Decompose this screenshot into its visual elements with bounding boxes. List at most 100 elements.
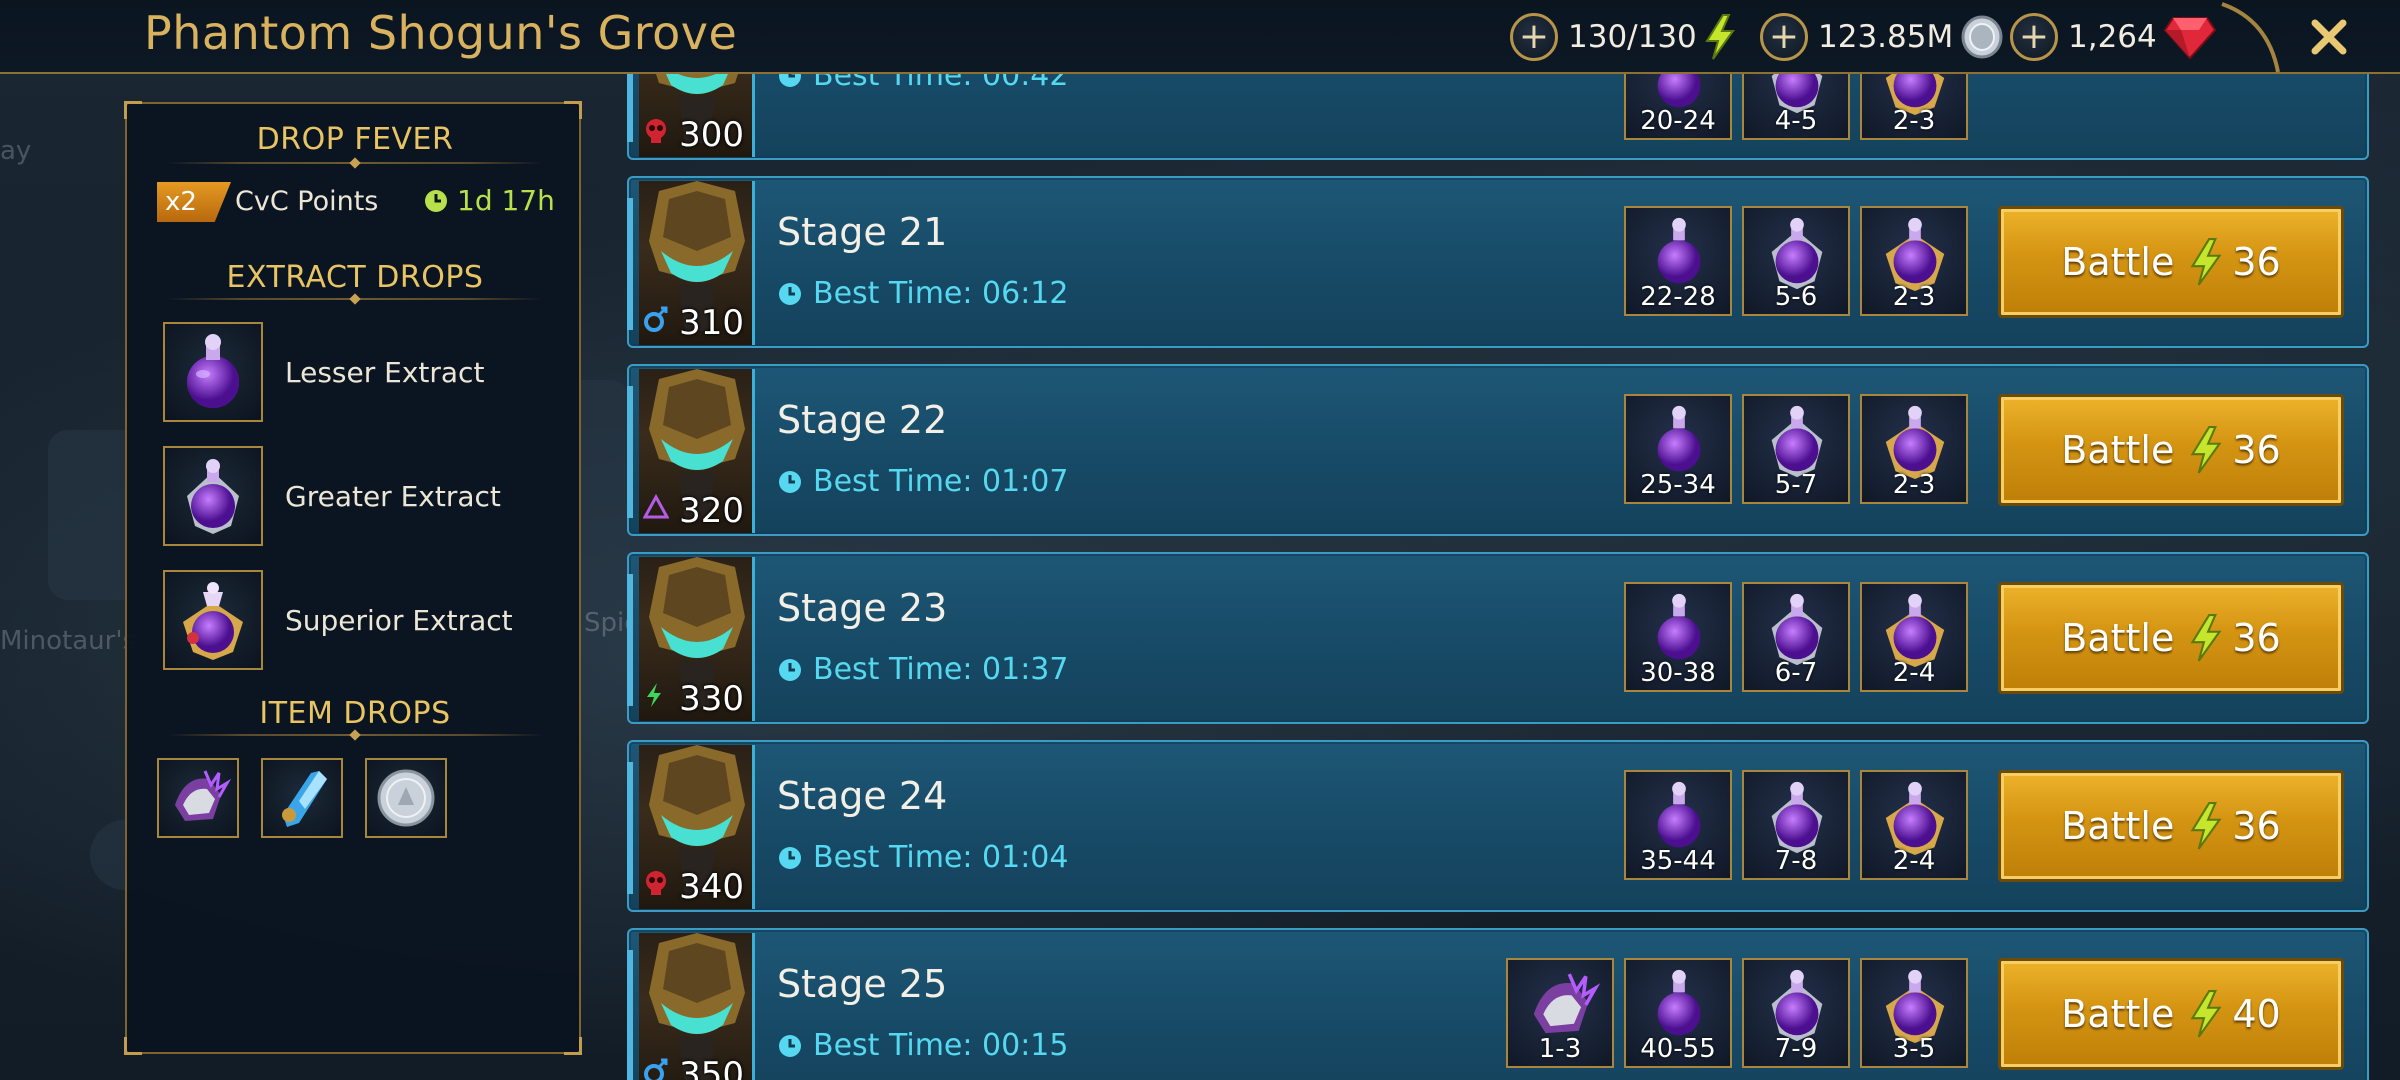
energy-bolt-icon	[2190, 238, 2222, 286]
drop-greater-extract[interactable]: 5-6	[1742, 206, 1850, 316]
drop-lesser-extract[interactable]: 25-34	[1624, 394, 1732, 504]
battle-label: Battle	[2061, 804, 2175, 848]
battle-cost: 36	[2232, 240, 2281, 284]
drop-greater-extract[interactable]: 6-7	[1742, 582, 1850, 692]
stage-row[interactable]: 310 Stage 21 Best Time: 06:12 22-28 5-6 2-3 Ba…	[627, 176, 2369, 348]
drop-quantity: 1-3	[1538, 1034, 1582, 1064]
drop-greater-extract[interactable]: 7-9	[1742, 958, 1850, 1068]
top-bar: Phantom Shogun's Grove + 130/130 + 123.8…	[0, 0, 2400, 74]
drop-lesser-extract[interactable]: 22-28	[1624, 206, 1732, 316]
silver-coin-icon	[1961, 15, 2003, 59]
add-gems-button[interactable]: +	[2010, 13, 2058, 61]
extract-item[interactable]: Superior Extract	[163, 570, 513, 670]
add-energy-button[interactable]: +	[1510, 13, 1558, 61]
gems-value: 1,264	[2068, 19, 2157, 55]
battle-button[interactable]: Battle 36	[1998, 206, 2344, 318]
energy-bolt-icon	[2190, 426, 2222, 474]
silver-counter: + 123.85M	[1760, 12, 2005, 62]
stage-row[interactable]: 340 Stage 24 Best Time: 01:04 35-44 7-8 2-4 Ba…	[627, 740, 2369, 912]
stage-row[interactable]: 350 Stage 25 Best Time: 00:15 1-3 40-55 7-9 3-…	[627, 928, 2369, 1080]
clock-icon	[779, 470, 801, 493]
energy-bolt-icon	[2190, 802, 2222, 850]
drop-greater-extract[interactable]: 7-8	[1742, 770, 1850, 880]
extract-name: Lesser Extract	[285, 355, 485, 389]
battle-label: Battle	[2061, 616, 2175, 660]
boss-portrait: 320	[639, 369, 755, 533]
extract-name: Superior Extract	[285, 603, 513, 637]
best-time: Best Time: 01:07	[777, 464, 1068, 499]
affinity-force-icon	[643, 117, 669, 149]
stage-name: Stage 25	[777, 962, 948, 1006]
battle-button[interactable]: Battle 36	[1998, 582, 2344, 694]
boss-portrait: 330	[639, 557, 755, 721]
drop-quantity: 2-3	[1892, 106, 1936, 136]
affinity-magic-icon	[643, 1057, 669, 1080]
drop-quantity: 3-5	[1892, 1034, 1936, 1064]
drop-quantity: 7-8	[1774, 846, 1818, 876]
item-drops-heading: ITEM DROPS	[259, 696, 451, 731]
clock-icon	[779, 282, 801, 305]
battle-button[interactable]: Battle 36	[1998, 770, 2344, 882]
drop-quantity: 2-3	[1892, 470, 1936, 500]
drop-quantity: 35-44	[1640, 846, 1716, 876]
close-icon	[2311, 19, 2347, 55]
energy-value: 130/130	[1568, 19, 1697, 55]
drop-lesser-extract[interactable]: 30-38	[1624, 582, 1732, 692]
greater-extract-icon	[163, 446, 263, 546]
best-time: Best Time: 01:04	[777, 840, 1068, 875]
energy-bolt-icon	[2190, 990, 2222, 1038]
drop-shard-helmet[interactable]: 1-3	[1506, 958, 1614, 1068]
stage-name: Stage 22	[777, 398, 948, 442]
clock-icon	[779, 1034, 801, 1057]
silver-value: 123.85M	[1818, 19, 1954, 55]
drop-greater-extract[interactable]: 5-7	[1742, 394, 1850, 504]
affinity-force-icon	[643, 869, 669, 901]
boss-level: 350	[679, 1055, 744, 1080]
close-button[interactable]	[2300, 8, 2358, 66]
battle-cost: 40	[2232, 992, 2281, 1036]
drop-quantity: 22-28	[1640, 282, 1716, 312]
map-label: ay	[0, 136, 32, 166]
best-time: Best Time: 06:12	[777, 276, 1068, 311]
energy-bolt-icon	[1705, 14, 1735, 60]
drop-superior-extract[interactable]: 3-5	[1860, 958, 1968, 1068]
drop-superior-extract[interactable]: 2-4	[1860, 582, 1968, 692]
extract-name: Greater Extract	[285, 479, 501, 513]
extract-item[interactable]: Lesser Extract	[163, 322, 484, 422]
battle-cost: 36	[2232, 616, 2281, 660]
clock-icon	[425, 189, 447, 212]
drop-superior-extract[interactable]: 2-3	[1860, 394, 1968, 504]
drops-info-panel: DROP FEVER x2 CvC Points 1d 17h EXTRACT …	[124, 101, 582, 1055]
boss-portrait: 310	[639, 181, 755, 345]
boss-level: 300	[679, 115, 744, 155]
fever-multiplier-badge: x2	[157, 182, 231, 222]
drop-quantity: 25-34	[1640, 470, 1716, 500]
drop-superior-extract[interactable]: 2-4	[1860, 770, 1968, 880]
silver-coin-icon[interactable]	[365, 758, 447, 838]
boss-level: 340	[679, 867, 744, 907]
drop-quantity: 2-4	[1892, 846, 1936, 876]
boss-level: 330	[679, 679, 744, 719]
gem-icon	[2163, 17, 2217, 60]
stage-row[interactable]: 330 Stage 23 Best Time: 01:37 30-38 6-7 2-4 Ba…	[627, 552, 2369, 724]
extract-item[interactable]: Greater Extract	[163, 446, 501, 546]
blue-gem-icon[interactable]	[261, 758, 343, 838]
map-label: Minotaur's	[0, 626, 137, 656]
drop-superior-extract[interactable]: 2-3	[1860, 206, 1968, 316]
battle-button[interactable]: Battle 36	[1998, 394, 2344, 506]
battle-label: Battle	[2061, 428, 2175, 472]
add-silver-button[interactable]: +	[1760, 13, 1808, 61]
drop-lesser-extract[interactable]: 40-55	[1624, 958, 1732, 1068]
fever-timer: 1d 17h	[423, 184, 555, 217]
drop-quantity: 6-7	[1774, 658, 1818, 688]
drop-lesser-extract[interactable]: 35-44	[1624, 770, 1732, 880]
boss-portrait: 340	[639, 745, 755, 909]
stage-row[interactable]: 320 Stage 22 Best Time: 01:07 25-34 5-7 2-3 Ba…	[627, 364, 2369, 536]
shard-helmet-icon[interactable]	[157, 758, 239, 838]
energy-bolt-icon	[2190, 614, 2222, 662]
battle-button[interactable]: Battle 40	[1998, 958, 2344, 1070]
affinity-void-icon	[642, 493, 670, 525]
best-time: Best Time: 00:15	[777, 1028, 1068, 1063]
best-time-value: Best Time: 01:04	[813, 840, 1069, 875]
fever-timer-value: 1d 17h	[457, 184, 555, 217]
